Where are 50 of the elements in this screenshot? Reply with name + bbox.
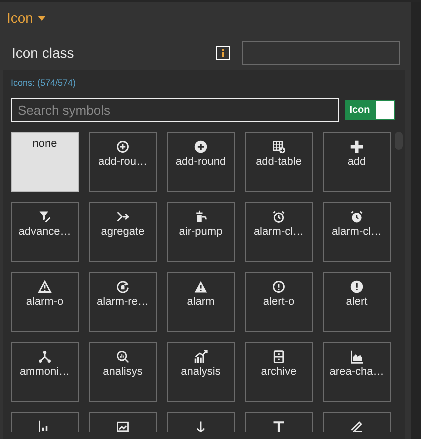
icon-tile[interactable]: alarm-cl…: [323, 202, 391, 262]
magnifier-chart-icon: [116, 350, 130, 364]
exclamation-circle-icon: [350, 280, 364, 294]
icon-tile[interactable]: ammoni…: [11, 342, 79, 402]
icon-tile[interactable]: analisys: [89, 342, 157, 402]
icon-count: Icons: (574/574): [11, 78, 78, 90]
icon-tile[interactable]: add-rou…: [89, 132, 157, 192]
warning-triangle-icon: [194, 280, 208, 294]
icon-tile[interactable]: none: [11, 132, 79, 192]
icon-class-input[interactable]: [242, 41, 400, 65]
exclamation-circle-icon: [272, 280, 286, 294]
plus-circle-icon: [116, 140, 130, 154]
icon-toggle[interactable]: Icon: [345, 100, 395, 120]
icon-tile[interactable]: alarm: [167, 272, 235, 332]
plus-circle-icon: [194, 140, 208, 154]
bell-refresh-icon: [116, 280, 130, 294]
icon-tile[interactable]: air-pump: [167, 202, 235, 262]
image-frame-icon: [116, 420, 130, 432]
icon-tile[interactable]: alert: [323, 272, 391, 332]
alarm-clock-icon: [272, 210, 286, 224]
icon-tile[interactable]: advance…: [11, 202, 79, 262]
pen-line-icon: [350, 420, 364, 432]
field-label: Icon class: [12, 45, 76, 61]
text-t-icon: [272, 420, 286, 432]
arrow-merge-icon: [116, 210, 130, 224]
molecule-icon: [38, 350, 52, 364]
icon-tile[interactable]: archive: [245, 342, 313, 402]
icon-tile[interactable]: add-table: [245, 132, 313, 192]
icon-tile[interactable]: add-round: [167, 132, 235, 192]
filter-pencil-icon: [38, 210, 52, 224]
table-plus-icon: [272, 140, 286, 154]
alarm-clock-icon: [350, 210, 364, 224]
cabinet-icon: [272, 350, 286, 364]
area-chart-icon: [350, 350, 364, 364]
bar-chart-trend-icon: [194, 350, 208, 364]
icon-tile[interactable]: area-cha…: [323, 342, 391, 402]
warning-triangle-icon: [38, 280, 52, 294]
icon-tile[interactable]: alarm-re…: [89, 272, 157, 332]
plus-icon: [350, 140, 364, 154]
icon-tile[interactable]: agregate: [89, 202, 157, 262]
icon-tile[interactable]: analysis: [167, 342, 235, 402]
caret-icon: [38, 16, 46, 20]
info-icon[interactable]: [216, 46, 230, 60]
icon-tile[interactable]: alert-o: [245, 272, 313, 332]
pump-icon: [194, 210, 208, 224]
search-field[interactable]: Search symbols: [11, 98, 339, 122]
section-header[interactable]: Icon: [7, 10, 46, 26]
icon-tile[interactable]: add: [323, 132, 391, 192]
icon-tile[interactable]: alarm-cl…: [245, 202, 313, 262]
icon-tile[interactable]: alarm-o: [11, 272, 79, 332]
